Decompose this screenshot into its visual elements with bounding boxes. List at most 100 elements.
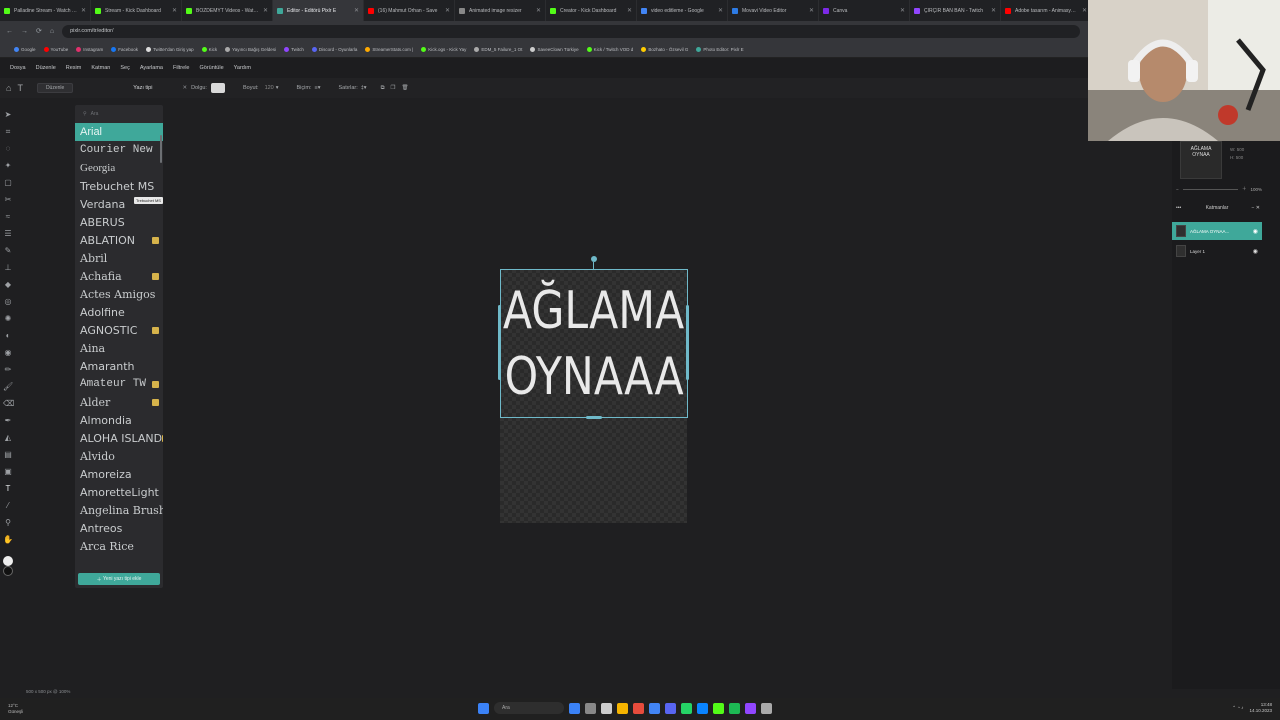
- taskbar-app-icon[interactable]: [665, 702, 676, 714]
- foreground-color[interactable]: [3, 556, 13, 566]
- home-icon[interactable]: ⌂: [6, 83, 11, 93]
- font-option[interactable]: Angelina Brush Script: [75, 501, 163, 519]
- font-panel-title[interactable]: Yazı tipi: [133, 85, 152, 91]
- bookmark-item[interactable]: SaveeClown Türkiye: [530, 46, 579, 52]
- font-option[interactable]: ALOHA ISLAND: [75, 429, 163, 447]
- reload-icon[interactable]: ⟳: [36, 27, 42, 35]
- dodge-tool-icon[interactable]: ◐: [3, 329, 13, 342]
- panel-controls-icon[interactable]: − ✕: [1252, 205, 1261, 211]
- font-option[interactable]: Georgia: [75, 159, 163, 177]
- font-search-input[interactable]: Ara: [91, 111, 99, 117]
- resize-handle-right[interactable]: [686, 305, 689, 380]
- navigator-thumbnail[interactable]: AĞLAMA OYNAA: [1180, 141, 1222, 179]
- menu-item[interactable]: Görüntüle: [199, 65, 223, 71]
- font-option[interactable]: Amaranth: [75, 357, 163, 375]
- duplicate-icon[interactable]: ⧉: [381, 85, 385, 92]
- font-option[interactable]: Adolfine: [75, 303, 163, 321]
- zoom-tool-icon[interactable]: ⚲: [3, 516, 13, 529]
- font-search[interactable]: ⚲ Ara: [75, 105, 163, 123]
- font-option[interactable]: AmoretteLight: [75, 483, 163, 501]
- menu-item[interactable]: Dosya: [10, 65, 26, 71]
- close-icon[interactable]: ✕: [445, 7, 450, 14]
- bookmark-item[interactable]: Yayıncı Bağış Geldesi: [225, 46, 276, 52]
- canvas-text-line-2[interactable]: OYNAAA: [504, 344, 683, 410]
- frame-tool-icon[interactable]: ▢: [3, 176, 13, 189]
- font-option[interactable]: ABLATION: [75, 231, 163, 249]
- clock[interactable]: 13:48 14.10.2023: [1249, 702, 1272, 714]
- bookmark-item[interactable]: Twitter'dan Giriş yap: [145, 46, 194, 52]
- chevron-down-icon[interactable]: ▾: [276, 85, 279, 91]
- align-icon[interactable]: ≡▾: [315, 85, 321, 91]
- bookmark-item[interactable]: Google: [14, 46, 36, 52]
- trash-icon[interactable]: 🗑: [401, 85, 408, 91]
- taskbar-app-icon[interactable]: [633, 702, 644, 714]
- taskbar-app-icon[interactable]: [617, 702, 628, 714]
- lines-tool-icon[interactable]: ☰: [3, 227, 13, 240]
- weather-widget[interactable]: 12°C Güneşli: [8, 703, 23, 715]
- menu-item[interactable]: Ayarlama: [140, 65, 163, 71]
- taskbar-app-icon[interactable]: [681, 702, 692, 714]
- font-option[interactable]: Aina: [75, 339, 163, 357]
- gradient-tool-icon[interactable]: ▤: [3, 448, 13, 461]
- add-font-button[interactable]: ＋ Yeni yazı tipi ekle: [78, 573, 160, 585]
- close-icon[interactable]: ✕: [718, 7, 723, 14]
- copy-icon[interactable]: ❐: [391, 85, 396, 91]
- eraser-tool-icon[interactable]: ⌫: [3, 397, 14, 410]
- browser-tab[interactable]: Editor - Editörü Pixlr E ✕: [273, 0, 364, 21]
- taskbar-app-icon[interactable]: [585, 702, 596, 714]
- browser-tab[interactable]: (16) Mahmut Orhan - Save ✕: [364, 0, 455, 21]
- zoom-in-icon[interactable]: ＋: [1242, 186, 1247, 192]
- close-icon[interactable]: ✕: [627, 7, 632, 14]
- font-option[interactable]: Amateur TW: [75, 375, 163, 393]
- more-icon[interactable]: •••: [1176, 205, 1181, 211]
- taskbar-app-icon[interactable]: [569, 702, 580, 714]
- start-icon[interactable]: [478, 702, 489, 714]
- font-option[interactable]: Abril: [75, 249, 163, 267]
- bookmark-item[interactable]: Photo Editor: Pixlr E: [696, 46, 744, 52]
- rotate-handle[interactable]: [591, 256, 597, 262]
- close-icon[interactable]: ✕: [263, 7, 268, 14]
- menu-item[interactable]: Yardım: [234, 65, 251, 71]
- font-option[interactable]: AGNOSTIC: [75, 321, 163, 339]
- home-icon[interactable]: ⌂: [50, 28, 54, 35]
- close-icon[interactable]: ✕: [991, 7, 996, 14]
- close-icon[interactable]: ✕: [172, 7, 177, 14]
- taskbar-app-icon[interactable]: [697, 702, 708, 714]
- close-icon[interactable]: ✕: [900, 7, 905, 14]
- bookmark-item[interactable]: StreamerStats.com |: [365, 46, 413, 52]
- arrange-tool-icon[interactable]: ➤: [3, 108, 13, 121]
- font-option[interactable]: Trebuchet MS: [75, 177, 163, 195]
- eye-icon[interactable]: ◉: [1253, 248, 1258, 255]
- menu-item[interactable]: Filtrele: [173, 65, 190, 71]
- taskbar-app-icon[interactable]: [761, 702, 772, 714]
- hand-tool-icon[interactable]: ✋: [3, 533, 13, 546]
- font-option[interactable]: Arial: [75, 123, 163, 141]
- sponge-tool-icon[interactable]: ◎: [3, 295, 13, 308]
- settings-tool-icon[interactable]: ✺: [3, 312, 13, 325]
- browser-tab[interactable]: ÇIRÇIR BAN BAN - Twitch ✕: [910, 0, 1001, 21]
- paint-tool-icon[interactable]: 🖌: [3, 380, 13, 393]
- browser-tab[interactable]: Palladine Stream - Watch Live ✕: [0, 0, 91, 21]
- close-icon[interactable]: ✕: [1082, 7, 1087, 14]
- font-option[interactable]: ABERUS: [75, 213, 163, 231]
- forward-icon[interactable]: →: [21, 28, 28, 35]
- crop-tool-icon[interactable]: ⌗: [3, 125, 13, 138]
- taskbar-app-icon[interactable]: [745, 702, 756, 714]
- lasso-tool-icon[interactable]: ◌: [3, 142, 13, 155]
- size-value[interactable]: 120: [265, 85, 274, 91]
- fill-color-swatch[interactable]: [210, 83, 225, 93]
- browser-tab[interactable]: Animated image resizer ✕: [455, 0, 546, 21]
- bookmark-item[interactable]: Kick.ogs - Kick Yay: [421, 46, 466, 52]
- taskbar-app-icon[interactable]: [649, 702, 660, 714]
- bookmark-item[interactable]: Kick: [201, 46, 217, 52]
- eye-icon[interactable]: ◉: [1253, 228, 1258, 235]
- menu-item[interactable]: Katman: [91, 65, 110, 71]
- bookmark-item[interactable]: Facebook: [111, 46, 138, 52]
- edit-button[interactable]: Düzenle: [36, 83, 74, 93]
- browser-tab[interactable]: BOZDEMYT Videos - Watch Cl ✕: [182, 0, 273, 21]
- layer-row[interactable]: AĞLAMA OYNAA... ◉: [1172, 222, 1262, 240]
- resize-handle-bottom[interactable]: [586, 416, 602, 419]
- bookmark-item[interactable]: Bozhato - Özsevil G: [641, 46, 688, 52]
- browser-tab[interactable]: Stream - Kick Dashboard ✕: [91, 0, 182, 21]
- font-option[interactable]: Actes Amigos: [75, 285, 163, 303]
